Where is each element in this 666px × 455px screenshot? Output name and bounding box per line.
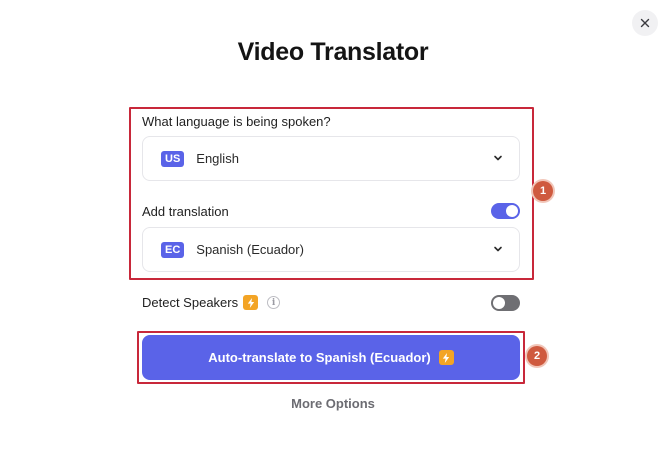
lightning-bolt-icon [243, 295, 259, 310]
annotation-step-badge: 2 [527, 346, 547, 366]
detect-speakers-label: Detect Speakers [142, 295, 239, 310]
close-button[interactable] [632, 10, 658, 36]
toggle-knob [493, 297, 505, 309]
annotation-highlight-auto-translate [137, 331, 525, 384]
close-icon [640, 18, 650, 28]
detect-speakers-row: Detect Speakers i [142, 295, 281, 310]
annotation-step-badge: 1 [533, 181, 553, 201]
info-icon[interactable]: i [267, 296, 281, 309]
more-options-link[interactable]: More Options [0, 396, 666, 411]
detect-speakers-toggle[interactable] [491, 295, 520, 311]
annotation-highlight-language-section [129, 107, 534, 280]
dialog-title: Video Translator [237, 38, 429, 66]
